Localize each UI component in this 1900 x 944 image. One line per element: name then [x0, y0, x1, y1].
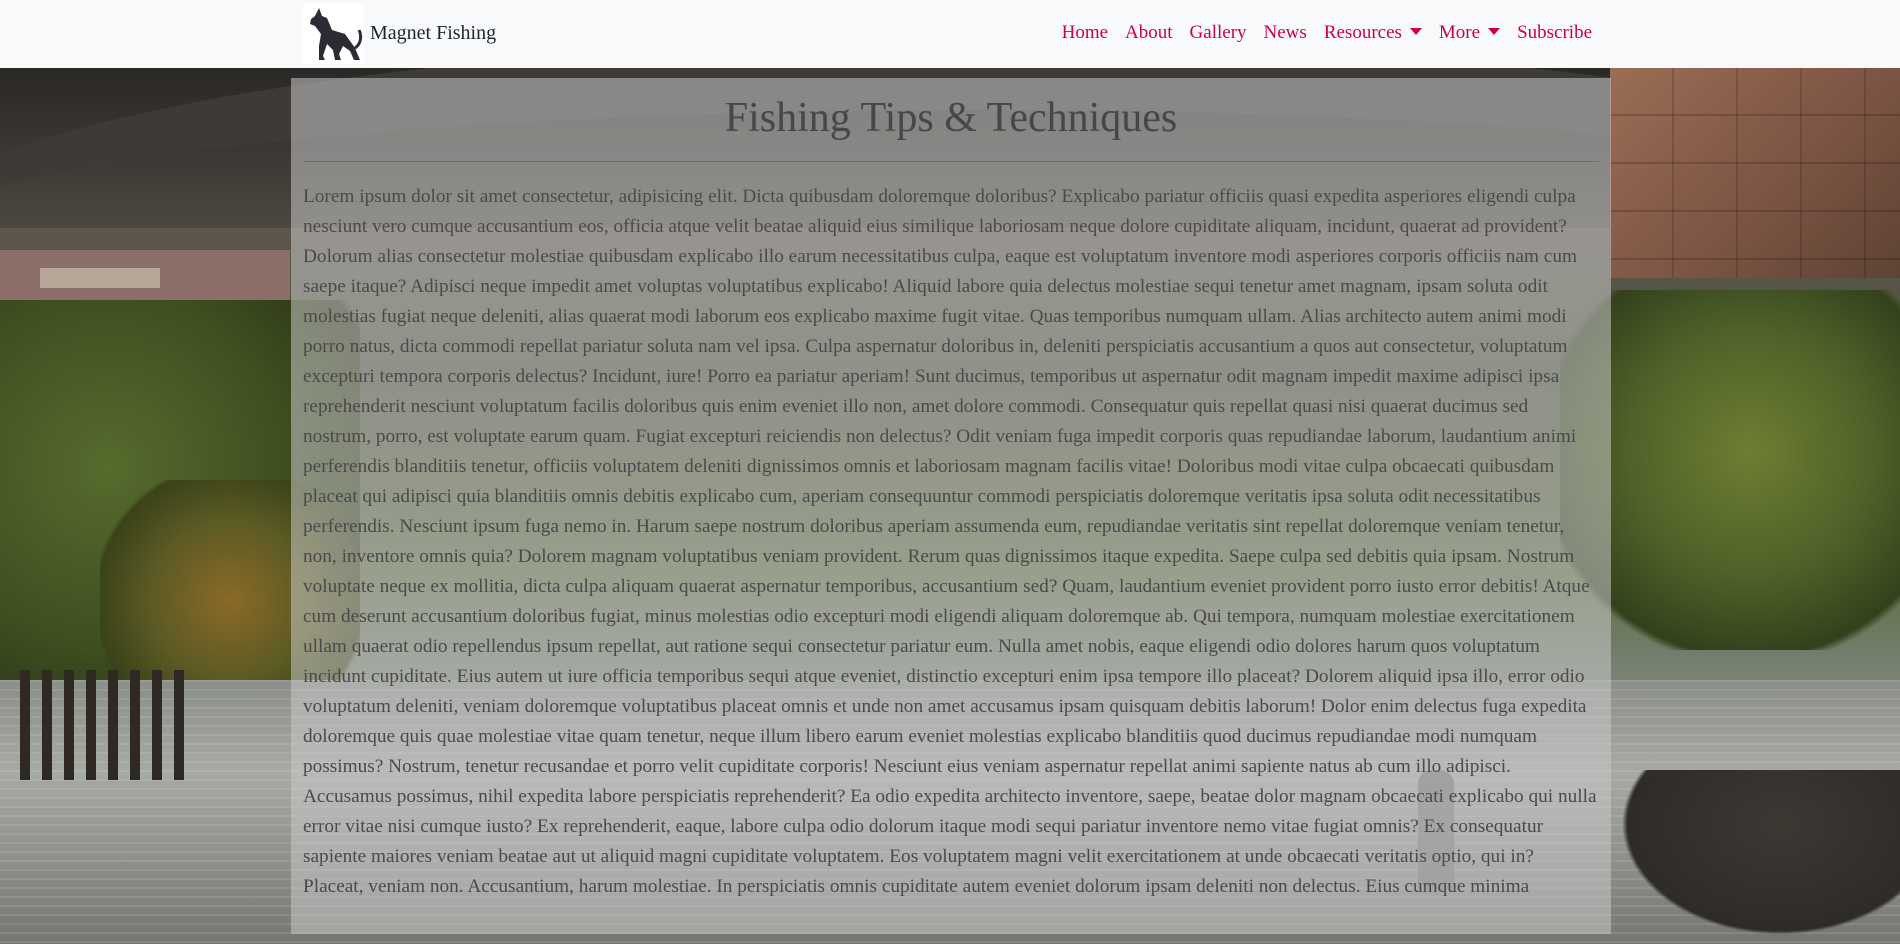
nav-link-gallery[interactable]: Gallery — [1190, 22, 1247, 44]
page-title: Fishing Tips & Techniques — [724, 95, 1178, 141]
nav-link-home[interactable]: Home — [1062, 22, 1108, 44]
nav-link-label: News — [1263, 22, 1307, 43]
nav-menu: Home About Gallery News Resources More S… — [1062, 0, 1592, 66]
nav-link-news[interactable]: News — [1264, 22, 1307, 44]
house-roof — [40, 268, 160, 288]
body-text: Lorem ipsum dolor sit amet consectetur, … — [303, 186, 1597, 897]
top-navbar: Magnet Fishing Home About Gallery News R… — [0, 0, 1900, 68]
brand-name: Magnet Fishing — [370, 21, 497, 44]
nav-link-label: Gallery — [1189, 22, 1247, 43]
nav-link-label: More — [1438, 22, 1481, 43]
river-rocks — [1600, 770, 1900, 944]
stone-wall — [1610, 68, 1900, 278]
caret-down-icon — [1488, 27, 1501, 35]
nav-link-label: Home — [1061, 22, 1109, 43]
title-divider — [303, 161, 1599, 162]
dog-logo-icon — [303, 2, 364, 64]
caret-down-icon — [1409, 27, 1422, 35]
trees-right — [1560, 290, 1900, 650]
nav-link-label: About — [1125, 22, 1173, 43]
nav-link-subscribe[interactable]: Subscribe — [1517, 22, 1592, 44]
nav-link-about[interactable]: About — [1125, 22, 1173, 44]
content-panel: Fishing Tips & Techniques Lorem ipsum do… — [291, 78, 1611, 934]
wooden-posts — [20, 670, 190, 780]
nav-dropdown-resources[interactable]: Resources — [1324, 22, 1422, 44]
nav-link-label: Resources — [1323, 22, 1402, 43]
nav-dropdown-more[interactable]: More — [1438, 22, 1501, 44]
brand-link[interactable]: Magnet Fishing — [303, 2, 496, 64]
nav-link-label: Subscribe — [1517, 22, 1592, 43]
